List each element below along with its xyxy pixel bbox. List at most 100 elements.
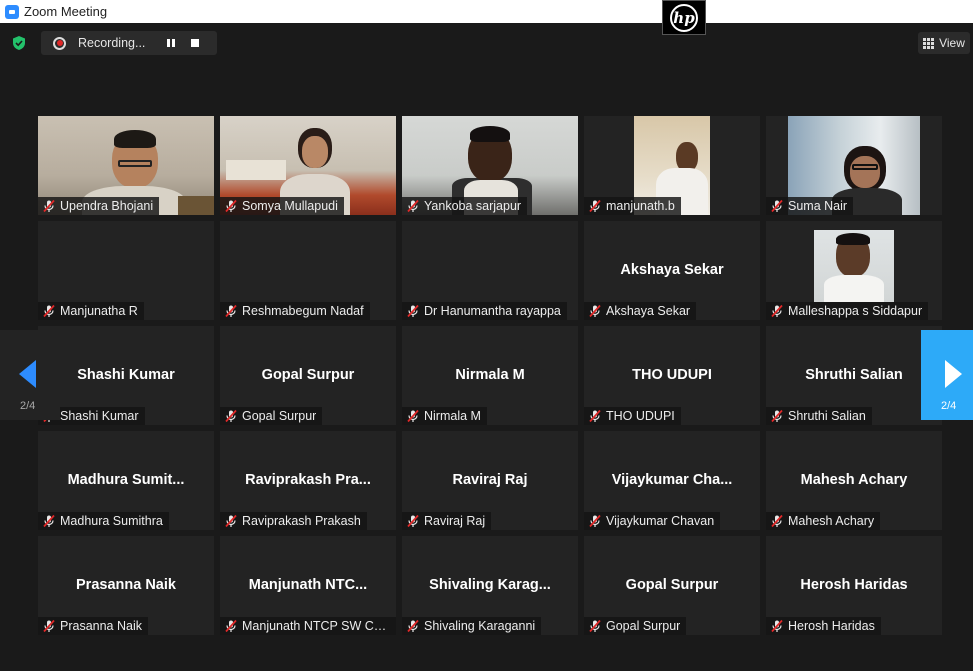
participant-name: THO UDUPI <box>606 409 675 423</box>
mic-muted-icon <box>224 304 238 318</box>
mic-muted-icon <box>770 514 784 528</box>
participant-name-label: Madhura Sumithra <box>38 512 169 530</box>
arrow-left-icon <box>19 360 36 388</box>
mic-muted-icon <box>42 199 56 213</box>
participant-name: Prasanna Naik <box>60 619 142 633</box>
gallery-grid: Upendra Bhojani Somya Mullapudi Yankoba sa… <box>38 116 942 635</box>
mic-muted-icon <box>406 619 420 633</box>
participant-tile[interactable]: Nirmala M Nirmala M <box>402 326 578 425</box>
participant-display-name: Shivaling Karag... <box>429 576 551 593</box>
participant-name: Gopal Surpur <box>606 619 681 633</box>
participant-tile[interactable]: Dr Hanumantha rayappa <box>402 221 578 320</box>
participant-name: Shashi Kumar <box>60 409 139 423</box>
previous-page-button[interactable]: 2/4 <box>0 330 60 420</box>
participant-display-name: Gopal Surpur <box>261 366 355 383</box>
mic-muted-icon <box>406 304 420 318</box>
participant-tile[interactable]: Raviraj Raj Raviraj Raj <box>402 431 578 530</box>
participant-name: Upendra Bhojani <box>60 199 154 213</box>
participant-name-label: Gopal Surpur <box>584 617 687 635</box>
mic-muted-icon <box>588 304 602 318</box>
view-button[interactable]: View <box>918 32 970 54</box>
participant-tile[interactable]: Mahesh Achary Mahesh Achary <box>766 431 942 530</box>
participant-name-label: Nirmala M <box>402 407 487 425</box>
next-page-button[interactable]: 2/4 <box>921 330 973 420</box>
participant-name-label: Raviraj Raj <box>402 512 492 530</box>
participant-name: Suma Nair <box>788 199 848 213</box>
participant-display-name: THO UDUPI <box>632 366 712 383</box>
mic-muted-icon <box>42 304 56 318</box>
mic-muted-icon <box>770 199 784 213</box>
participant-display-name: Shruthi Salian <box>805 366 903 383</box>
recording-dot-icon <box>53 36 66 50</box>
mic-muted-icon <box>770 409 784 423</box>
mic-muted-icon <box>770 304 784 318</box>
participant-name-label: Suma Nair <box>766 197 854 215</box>
participant-name: Shivaling Karaganni <box>424 619 536 633</box>
participant-name: Vijaykumar Chavan <box>606 514 715 528</box>
mic-muted-icon <box>406 409 420 423</box>
participant-display-name: Gopal Surpur <box>625 576 719 593</box>
participant-name: Malleshappa s Siddapur <box>788 304 923 318</box>
stop-recording-button[interactable] <box>188 36 202 50</box>
participant-name: Gopal Surpur <box>242 409 317 423</box>
participant-name: Nirmala M <box>424 409 481 423</box>
window-title: Zoom Meeting <box>24 4 108 19</box>
participant-name-label: Dr Hanumantha rayappa <box>402 302 567 320</box>
zoom-app-icon <box>5 4 19 19</box>
participant-name-label: Prasanna Naik <box>38 617 148 635</box>
page-indicator-right: 2/4 <box>941 400 957 412</box>
participant-tile[interactable]: Manjunatha R <box>38 221 214 320</box>
participant-name: Raviraj Raj <box>424 514 486 528</box>
participant-name-label: Manjunatha R <box>38 302 144 320</box>
participant-name-label: Upendra Bhojani <box>38 197 160 215</box>
participant-tile[interactable]: Somya Mullapudi <box>220 116 396 215</box>
pause-recording-button[interactable] <box>164 36 178 50</box>
participant-display-name: Akshaya Sekar <box>620 261 724 278</box>
recording-label: Recording... <box>78 36 146 50</box>
mic-muted-icon <box>224 619 238 633</box>
participant-tile[interactable]: Raviprakash Pra... Raviprakash Prakash <box>220 431 396 530</box>
participant-name: Akshaya Sekar <box>606 304 691 318</box>
participant-tile[interactable]: Yankoba sarjapur <box>402 116 578 215</box>
participant-tile[interactable]: Reshmabegum Nadaf <box>220 221 396 320</box>
participant-tile[interactable]: Upendra Bhojani <box>38 116 214 215</box>
participant-tile[interactable]: Vijaykumar Cha... Vijaykumar Chavan <box>584 431 760 530</box>
title-bar: Zoom Meeting <box>0 0 973 23</box>
mic-muted-icon <box>588 619 602 633</box>
participant-tile[interactable]: manjunath.b <box>584 116 760 215</box>
participant-name-label: Mahesh Achary <box>766 512 881 530</box>
security-shield-icon[interactable] <box>11 35 27 51</box>
participant-tile[interactable]: Akshaya Sekar Akshaya Sekar <box>584 221 760 320</box>
participant-tile[interactable]: Shashi Kumar Shashi Kumar <box>38 326 214 425</box>
participant-tile[interactable]: Madhura Sumit... Madhura Sumithra <box>38 431 214 530</box>
mic-muted-icon <box>406 514 420 528</box>
participant-display-name: Prasanna Naik <box>76 576 176 593</box>
participant-name-label: manjunath.b <box>584 197 681 215</box>
participant-tile[interactable]: Gopal Surpur Gopal Surpur <box>584 536 760 635</box>
participant-display-name: Shashi Kumar <box>77 366 175 383</box>
participant-name-label: Shivaling Karaganni <box>402 617 542 635</box>
grid-icon <box>923 37 935 49</box>
participant-name-label: Gopal Surpur <box>220 407 323 425</box>
participant-tile[interactable]: THO UDUPI THO UDUPI <box>584 326 760 425</box>
mic-muted-icon <box>224 409 238 423</box>
recording-bar: Recording... <box>41 31 217 55</box>
participant-tile[interactable]: Prasanna Naik Prasanna Naik <box>38 536 214 635</box>
participant-name: Shruthi Salian <box>788 409 866 423</box>
participant-name-label: Akshaya Sekar <box>584 302 697 320</box>
participant-name-label: Raviprakash Prakash <box>220 512 367 530</box>
participant-tile[interactable]: Shivaling Karag... Shivaling Karaganni <box>402 536 578 635</box>
participant-tile[interactable]: Herosh Haridas Herosh Haridas <box>766 536 942 635</box>
participant-tile[interactable]: Malleshappa s Siddapur <box>766 221 942 320</box>
view-label: View <box>939 36 965 50</box>
participant-name-label: Shruthi Salian <box>766 407 872 425</box>
participant-tile[interactable]: Shruthi Salian Shruthi Salian <box>766 326 942 425</box>
participant-display-name: Madhura Sumit... <box>67 471 185 488</box>
participant-name: Raviprakash Prakash <box>242 514 361 528</box>
participant-display-name: Manjunath NTC... <box>248 576 368 593</box>
participant-name: Manjunath NTCP SW Chi... <box>242 619 390 633</box>
participant-tile[interactable]: Suma Nair <box>766 116 942 215</box>
participant-name: Manjunatha R <box>60 304 138 318</box>
participant-tile[interactable]: Gopal Surpur Gopal Surpur <box>220 326 396 425</box>
participant-tile[interactable]: Manjunath NTC... Manjunath NTCP SW Chi... <box>220 536 396 635</box>
